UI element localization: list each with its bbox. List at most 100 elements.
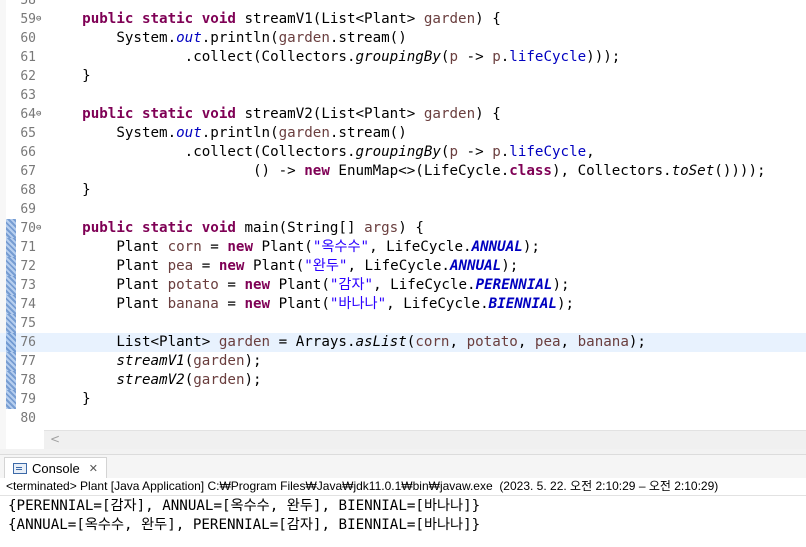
code-line[interactable]: 71 Plant corn = new Plant("옥수수", LifeCyc… <box>0 238 806 257</box>
code-line[interactable]: 68 } <box>0 181 806 200</box>
code-line[interactable]: 72 Plant pea = new Plant("완두", LifeCycle… <box>0 257 806 276</box>
code-line[interactable]: 66 .collect(Collectors.groupingBy(p -> p… <box>0 143 806 162</box>
code-line[interactable]: 79 } <box>0 390 806 409</box>
line-number: 59 <box>20 12 36 27</box>
line-number: 65 <box>20 126 36 141</box>
code-token: public <box>82 106 134 122</box>
code-editor[interactable]: 58 59 ⊖ public static void streamV1(List<P… <box>0 0 806 450</box>
code-token: garden <box>193 353 245 369</box>
code-token: corn <box>415 334 450 350</box>
code-token: potato <box>167 277 219 293</box>
close-icon[interactable]: ✕ <box>89 462 98 475</box>
line-number: 63 <box>20 88 36 103</box>
horizontal-scrollbar[interactable]: < <box>44 430 806 449</box>
code-token: groupingBy <box>355 49 441 65</box>
code-token: potato <box>466 334 518 350</box>
code-text: () -> new EnumMap<>(LifeCycle.class), Co… <box>48 163 766 179</box>
code-line[interactable]: 60 System.out.println(garden.stream() <box>0 29 806 48</box>
code-token: new <box>244 277 271 293</box>
line-number: 74 <box>20 297 36 312</box>
code-token: ANNUAL <box>471 239 523 255</box>
code-token: p <box>492 144 501 160</box>
code-token: args <box>364 220 399 236</box>
code-text: streamV2(garden); <box>116 372 262 388</box>
code-text: Plant potato = new Plant("감자", LifeCycle… <box>48 277 570 293</box>
code-token: pea <box>534 334 561 350</box>
code-token: ANNUAL <box>449 258 502 274</box>
code-token: new <box>244 296 271 312</box>
code-line[interactable]: 58 <box>0 0 806 10</box>
code-token: new <box>304 163 330 179</box>
code-text: Plant pea = new Plant("완두", LifeCycle.AN… <box>48 258 519 274</box>
code-line[interactable]: 80 <box>0 409 806 428</box>
console-tab-label: Console <box>32 461 80 476</box>
code-line[interactable]: 69 <box>0 200 806 219</box>
code-token: out <box>176 30 202 46</box>
fold-toggle-icon[interactable]: ⊖ <box>36 220 41 237</box>
code-line[interactable]: 59 ⊖ public static void streamV1(List<Pla… <box>0 10 806 29</box>
code-line[interactable]: 73 Plant potato = new Plant("감자", LifeCy… <box>0 276 806 295</box>
code-line[interactable]: 67 () -> new EnumMap<>(LifeCycle.class),… <box>0 162 806 181</box>
code-line[interactable]: 63 <box>0 86 806 105</box>
code-token: pea <box>167 258 194 274</box>
line-number: 64 <box>20 107 36 122</box>
line-number: 77 <box>20 354 36 369</box>
console-output[interactable]: {PERENNIAL=[감자], ANNUAL=[옥수수, 완두], BIENN… <box>0 496 806 547</box>
code-token: garden <box>423 106 476 122</box>
code-line[interactable]: 65 System.out.println(garden.stream() <box>0 124 806 143</box>
code-token: "완두" <box>304 258 348 274</box>
code-line[interactable]: 77 streamV1(garden); <box>0 352 806 371</box>
fold-toggle-icon[interactable]: ⊖ <box>36 106 41 123</box>
line-number: 68 <box>20 183 36 198</box>
code-token: banana <box>167 296 219 312</box>
code-line[interactable]: 75 <box>0 314 806 333</box>
code-line[interactable]: 76 List<Plant> garden = Arrays.asList(co… <box>0 333 806 352</box>
code-line[interactable]: 70 ⊖ public static void main(String[] arg… <box>0 219 806 238</box>
line-number: 75 <box>20 316 36 331</box>
scroll-left-icon[interactable]: < <box>50 432 60 446</box>
code-text: } <box>48 391 91 407</box>
fold-toggle-icon[interactable]: ⊖ <box>36 11 41 28</box>
console-status-line: <terminated> Plant [Java Application] C:… <box>0 478 806 496</box>
code-text: public static void streamV2(List<Plant> … <box>82 106 501 122</box>
code-line[interactable]: 74 Plant banana = new Plant("바나나", LifeC… <box>0 295 806 314</box>
console-output-line: {PERENNIAL=[감자], ANNUAL=[옥수수, 완두], BIENN… <box>8 498 481 514</box>
code-text: .collect(Collectors.groupingBy(p -> p.li… <box>48 144 595 160</box>
code-token: public <box>82 220 134 236</box>
code-token: garden <box>278 30 330 46</box>
code-text: public static void streamV1(List<Plant> … <box>82 11 501 27</box>
code-token: toSet <box>671 163 715 179</box>
code-token: garden <box>278 125 330 141</box>
code-token: public <box>82 11 134 27</box>
code-token: "옥수수" <box>312 239 370 255</box>
code-token: "감자" <box>329 277 374 293</box>
code-line[interactable]: 62 } <box>0 67 806 86</box>
code-token: new <box>227 239 254 255</box>
console-tab[interactable]: Console ✕ <box>4 457 107 479</box>
code-token: p <box>449 49 459 65</box>
line-number: 71 <box>20 240 36 255</box>
code-token: corn <box>167 239 202 255</box>
line-number: 62 <box>20 69 36 84</box>
line-number: 61 <box>20 50 36 65</box>
code-line[interactable]: 64 ⊖ public static void streamV2(List<Pla… <box>0 105 806 124</box>
code-text: streamV1(garden); <box>116 353 262 369</box>
code-token: asList <box>355 334 407 350</box>
line-number: 72 <box>20 259 36 274</box>
code-line[interactable]: 78 streamV2(garden); <box>0 371 806 390</box>
line-number: 79 <box>20 392 36 407</box>
line-number: 67 <box>20 164 36 179</box>
code-token: streamV1 <box>116 353 185 369</box>
code-text: Plant banana = new Plant("바나나", LifeCycl… <box>48 296 575 312</box>
line-number: 60 <box>20 31 36 46</box>
code-token: PERENNIAL <box>475 277 553 293</box>
code-token: lifeCycle <box>509 49 587 65</box>
code-line[interactable]: 61 .collect(Collectors.groupingBy(p -> p… <box>0 48 806 67</box>
code-token: lifeCycle <box>509 144 587 160</box>
code-token: "바나나" <box>329 296 387 312</box>
line-number: 58 <box>20 0 36 8</box>
line-number: 78 <box>20 373 36 388</box>
code-token: streamV2 <box>116 372 185 388</box>
code-token: banana <box>577 334 629 350</box>
code-token: void <box>201 106 236 122</box>
